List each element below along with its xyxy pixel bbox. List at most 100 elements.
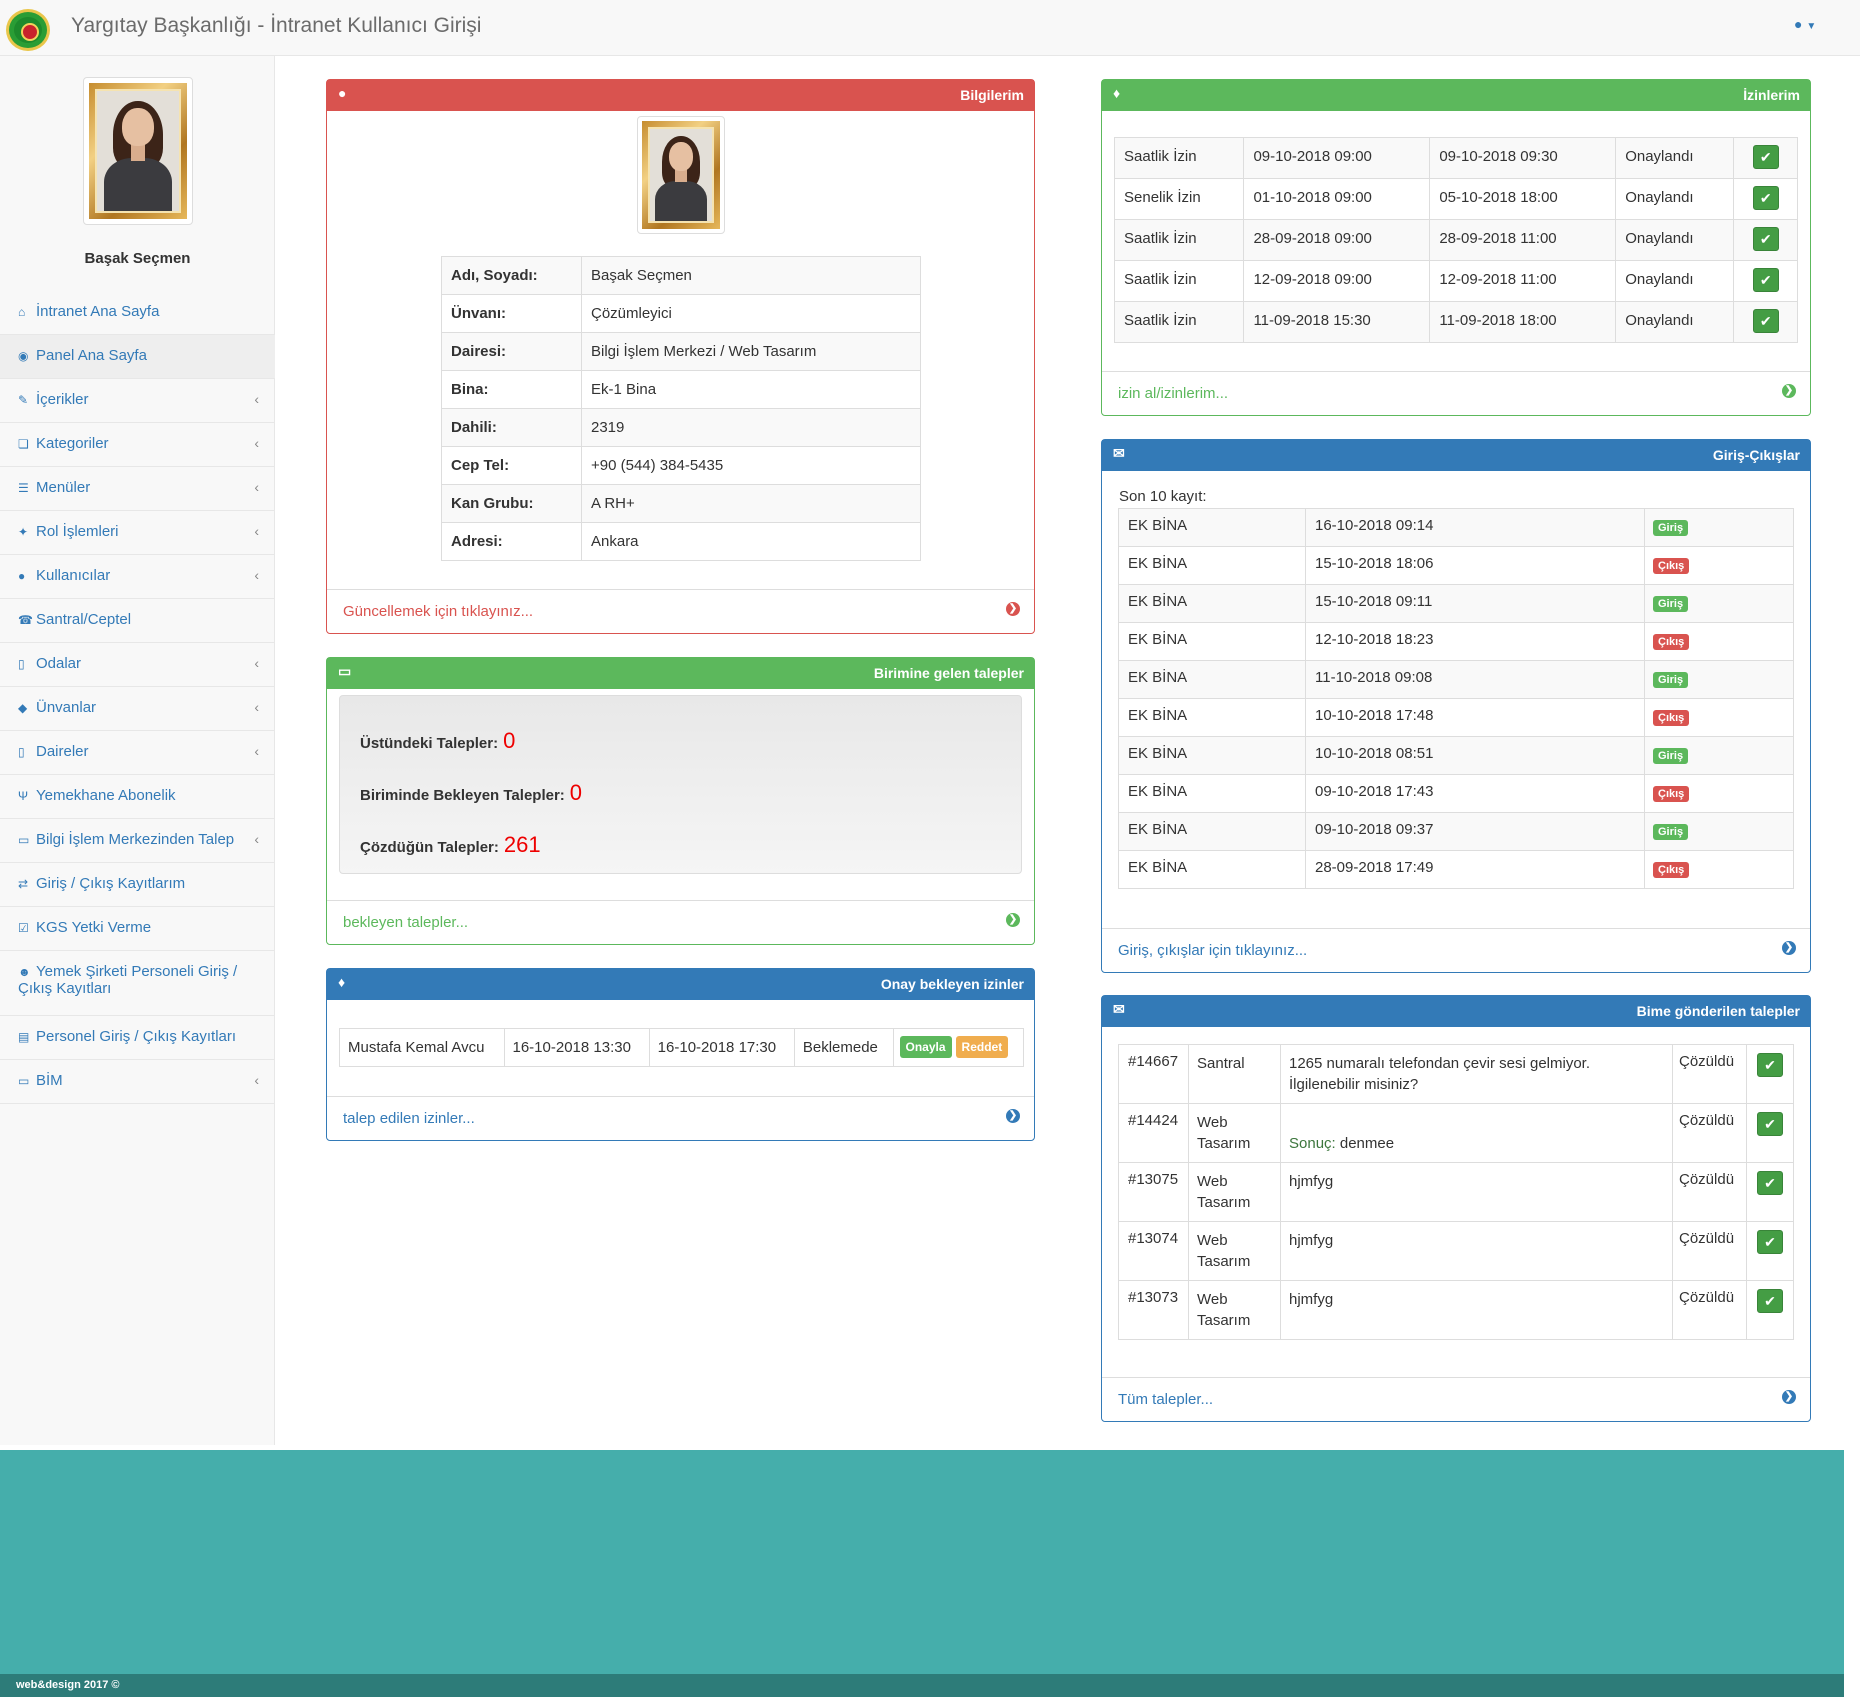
user-icon: ● [1794,16,1803,32]
bime-unit: Web Tasarım [1188,1221,1281,1281]
giris-cikis-row: EK BİNA 09-10-2018 09:37 Giriş [1118,812,1794,851]
check-icon[interactable]: ✔ [1757,1289,1783,1313]
info-row: Bina: Ek-1 Bina [441,370,921,409]
giris-cikis-row: EK BİNA 09-10-2018 17:43 Çıkış [1118,774,1794,813]
check-icon[interactable]: ✔ [1752,268,1779,292]
sidebar-item-santral-ceptel[interactable]: ☎ Santral/Ceptel [0,599,275,643]
reject-button[interactable]: Reddet [955,1036,1009,1058]
info-label: Bina: [441,370,582,409]
tum-talepler-link[interactable]: Tüm talepler... ❯ [1102,1377,1810,1421]
chevron-left-icon: ‹ [254,743,259,759]
sidebar-item-panel-ana-sayfa[interactable]: ◉ Panel Ana Sayfa [0,335,275,379]
gc-time: 11-10-2018 09:08 [1305,660,1645,699]
bime-desc: Sonuç: denmee [1280,1103,1673,1163]
update-info-link[interactable]: Güncellemek için tıklayınız... ❯ [327,589,1034,633]
sidebar-item-label: Menüler [36,479,91,496]
bime-id: #13074 [1118,1221,1189,1281]
app-title: Yargıtay Başkanlığı - İntranet Kullanıcı… [71,14,482,37]
footer-label: Tüm talepler... [1118,1391,1214,1408]
sidebar-item-label: Kullanıcılar [36,567,111,584]
check-icon[interactable]: ✔ [1752,145,1779,169]
bell-icon: ♦ [338,974,346,990]
info-row: Adresi: Ankara [441,522,921,561]
izin-cell-status: Onaylandı [1615,178,1735,220]
talep-stat: Biriminde Bekleyen Talepler: 0 [360,766,1001,818]
info-label: Adı, Soyadı: [441,256,582,295]
izin-al-link[interactable]: izin al/izinlerim... ❯ [1102,371,1810,415]
bime-result-value: denmee [1339,1135,1395,1152]
giris-cikis-row: EK BİNA 15-10-2018 18:06 Çıkış [1118,546,1794,585]
birimine-gelen-talepler-panel: ▭ Birimine gelen talepler Üstündeki Tale… [326,657,1035,945]
sidebar-item-icon: ▭ [18,1074,30,1088]
check-icon[interactable]: ✔ [1757,1053,1783,1077]
sidebar-item-yemek-sirketi-personeli-giris-cikis-kayitlari[interactable]: ☻ Yemek Şirketi Personeli Giriş / Çıkış K… [0,951,275,1016]
info-row: Cep Tel: +90 (544) 384-5435 [441,446,921,485]
bime-status: Çözüldü [1672,1221,1747,1281]
sidebar-item-kullanicilar[interactable]: ● Kullanıcılar ‹ [0,555,275,599]
info-value: Başak Seçmen [581,256,921,295]
comments-icon: ✉ [1113,1001,1125,1017]
check-icon[interactable]: ✔ [1757,1171,1783,1195]
yargitay-logo[interactable] [6,9,50,51]
info-label: Cep Tel: [441,446,582,485]
bime-desc: 1265 numaralı telefondan çevir sesi gelm… [1280,1044,1673,1104]
sidebar-item-kgs-yetki-verme[interactable]: ☑ KGS Yetki Verme [0,907,275,951]
check-icon[interactable]: ✔ [1757,1112,1783,1136]
sidebar-item-icon: ▯ [18,657,25,671]
check-icon[interactable]: ✔ [1752,186,1779,210]
info-label: Adresi: [441,522,582,561]
info-value: 2319 [581,408,921,447]
gc-time: 15-10-2018 18:06 [1305,546,1645,585]
talep-stat-label: Üstündeki Talepler: [360,735,499,752]
izin-status-cell: ✔ [1733,260,1798,302]
sidebar-item-label: Rol İşlemleri [36,523,119,540]
sidebar-item-rol-islemleri[interactable]: ✦ Rol İşlemleri ‹ [0,511,275,555]
approve-button[interactable]: Onayla [899,1036,952,1058]
sidebar-item-label: BİM [36,1072,63,1089]
onay-cell-status: Beklemede [793,1028,894,1067]
check-icon[interactable]: ✔ [1757,1230,1783,1254]
sidebar-item-yemekhane-abonelik[interactable]: Ψ Yemekhane Abonelik [0,775,275,819]
chevron-left-icon: ‹ [254,523,259,539]
gc-kind-cell: Giriş [1644,736,1794,775]
bime-unit: Web Tasarım [1188,1103,1281,1163]
sidebar-item-intranet-ana-sayfa[interactable]: ⌂ İntranet Ana Sayfa [0,291,275,335]
check-icon[interactable]: ✔ [1752,309,1779,333]
sidebar-item-giris-cikis-kayitlarim[interactable]: ⇄ Giriş / Çıkış Kayıtlarım [0,863,275,907]
izin-cell-type: Saatlik İzin [1113,301,1245,343]
bime-id: #13075 [1118,1162,1189,1222]
onay-cell-start: 16-10-2018 13:30 [503,1028,650,1067]
sidebar-item-daireler[interactable]: ▯ Daireler ‹ [0,731,275,775]
sidebar-item-unvanlar[interactable]: ◆ Ünvanlar ‹ [0,687,275,731]
check-icon[interactable]: ✔ [1752,227,1779,251]
sidebar-item-bilgi-islem-merkezinden-talep[interactable]: ▭ Bilgi İşlem Merkezinden Talep ‹ [0,819,275,863]
izin-cell-start: 11-09-2018 15:30 [1243,301,1431,343]
talep-edilen-izinler-link[interactable]: talep edilen izinler... ❯ [327,1096,1034,1140]
arrow-circle-right-icon: ❯ [1006,913,1020,927]
gc-kind-cell: Çıkış [1644,698,1794,737]
top-navbar: Yargıtay Başkanlığı - İntranet Kullanıcı… [0,0,1860,56]
sidebar-item-kategoriler[interactable]: ❏ Kategoriler ‹ [0,423,275,467]
sidebar-item-icon: ▯ [18,745,25,759]
gc-place: EK BİNA [1118,584,1306,623]
sidebar-item-menuler[interactable]: ☰ Menüler ‹ [0,467,275,511]
panel-heading: ✉ Giriş-Çıkışlar [1102,440,1810,471]
user-menu-dropdown[interactable]: ● ▼ [1794,16,1816,32]
bekleyen-talepler-link[interactable]: bekleyen talepler... ❯ [327,900,1034,944]
giris-cikislar-link[interactable]: Giriş, çıkışlar için tıklayınız... ❯ [1102,928,1810,972]
izin-cell-start: 01-10-2018 09:00 [1243,178,1431,220]
footer-label: talep edilen izinler... [343,1110,475,1127]
sidebar-item-icon: ⇄ [18,877,29,891]
sidebar-item-personel-giris-cikis-kayitlari[interactable]: ▤ Personel Giriş / Çıkış Kayıtları [0,1016,275,1060]
info-label: Kan Grubu: [441,484,582,523]
sidebar-item-icon: ◆ [18,701,28,715]
sidebar-item-bim[interactable]: ▭ BİM ‹ [0,1060,275,1104]
sidebar-item-icerikler[interactable]: ✎ İçerikler ‹ [0,379,275,423]
sidebar: Başak Seçmen ⌂ İntranet Ana Sayfa ◉ Panel A… [0,56,275,1445]
sidebar-item-odalar[interactable]: ▯ Odalar ‹ [0,643,275,687]
bime-desc: hjmfyg [1280,1280,1673,1340]
bime-row: #13073 Web Tasarım hjmfyg Çözüldü ✔ [1118,1280,1794,1340]
gc-kind-badge: Giriş [1653,520,1689,536]
bime-unit: Web Tasarım [1188,1162,1281,1222]
talep-stat-label: Çözdüğün Talepler: [360,839,499,856]
